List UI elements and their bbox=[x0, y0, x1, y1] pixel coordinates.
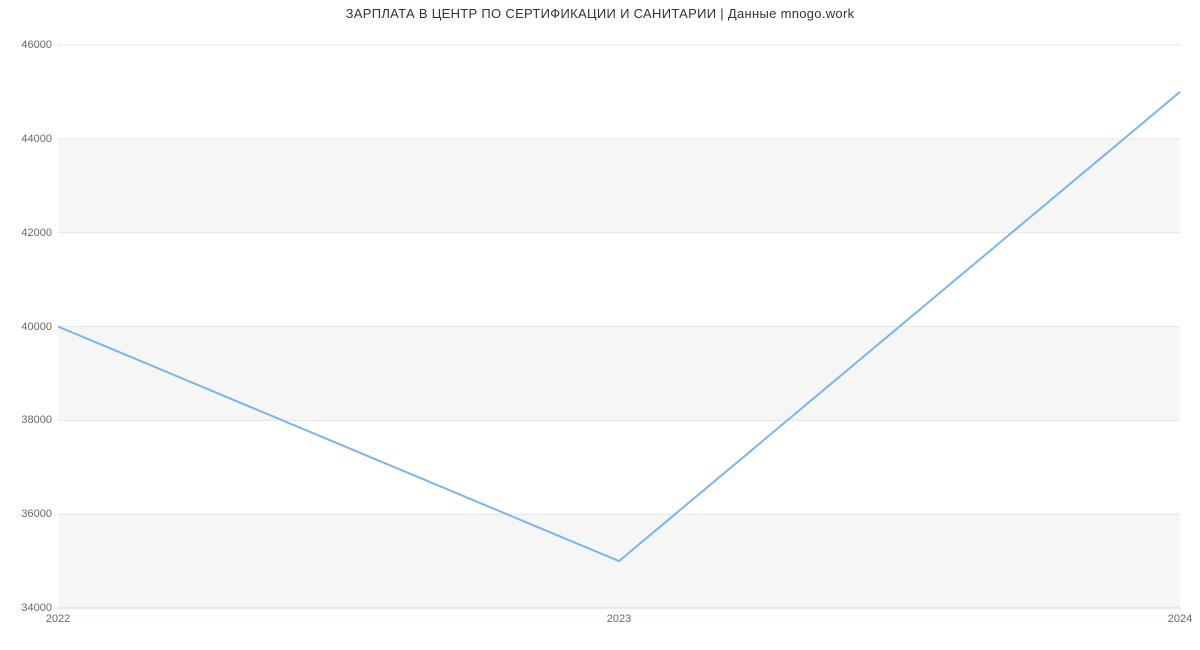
x-tick-label: 2023 bbox=[607, 613, 631, 625]
y-tick-label: 38000 bbox=[8, 414, 52, 426]
y-tick-label: 42000 bbox=[8, 227, 52, 239]
plot-area bbox=[58, 45, 1180, 608]
chart-container: ЗАРПЛАТА В ЦЕНТР ПО СЕРТИФИКАЦИИ И САНИТ… bbox=[0, 0, 1200, 650]
chart-svg bbox=[58, 45, 1180, 608]
y-tick-label: 46000 bbox=[8, 39, 52, 51]
grid-bands bbox=[58, 139, 1180, 608]
x-tick-label: 2024 bbox=[1168, 613, 1192, 625]
chart-title: ЗАРПЛАТА В ЦЕНТР ПО СЕРТИФИКАЦИИ И САНИТ… bbox=[0, 6, 1200, 21]
y-tick-label: 44000 bbox=[8, 133, 52, 145]
x-tick-label: 2022 bbox=[46, 613, 70, 625]
y-tick-label: 36000 bbox=[8, 508, 52, 520]
y-tick-label: 40000 bbox=[8, 321, 52, 333]
